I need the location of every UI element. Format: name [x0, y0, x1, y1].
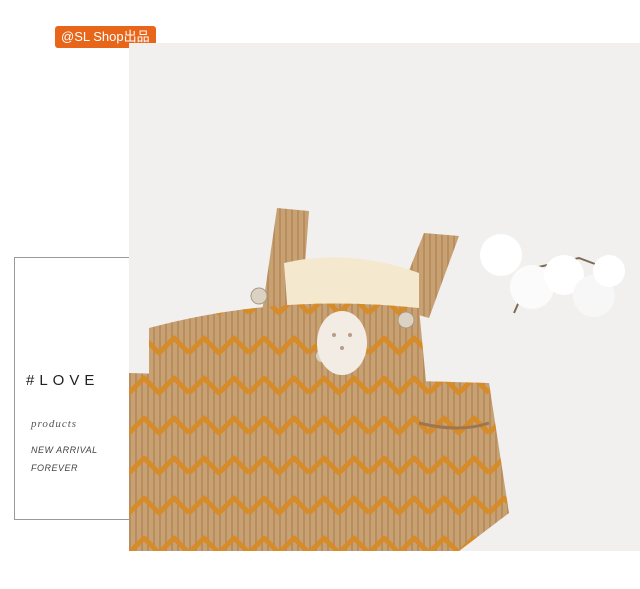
love-heading: #LOVE: [26, 372, 100, 389]
product-photo: [129, 43, 640, 551]
forever-label: FOREVER: [31, 463, 79, 473]
products-label: products: [31, 418, 78, 430]
new-arrival-label: NEW ARRIVAL: [31, 445, 98, 455]
